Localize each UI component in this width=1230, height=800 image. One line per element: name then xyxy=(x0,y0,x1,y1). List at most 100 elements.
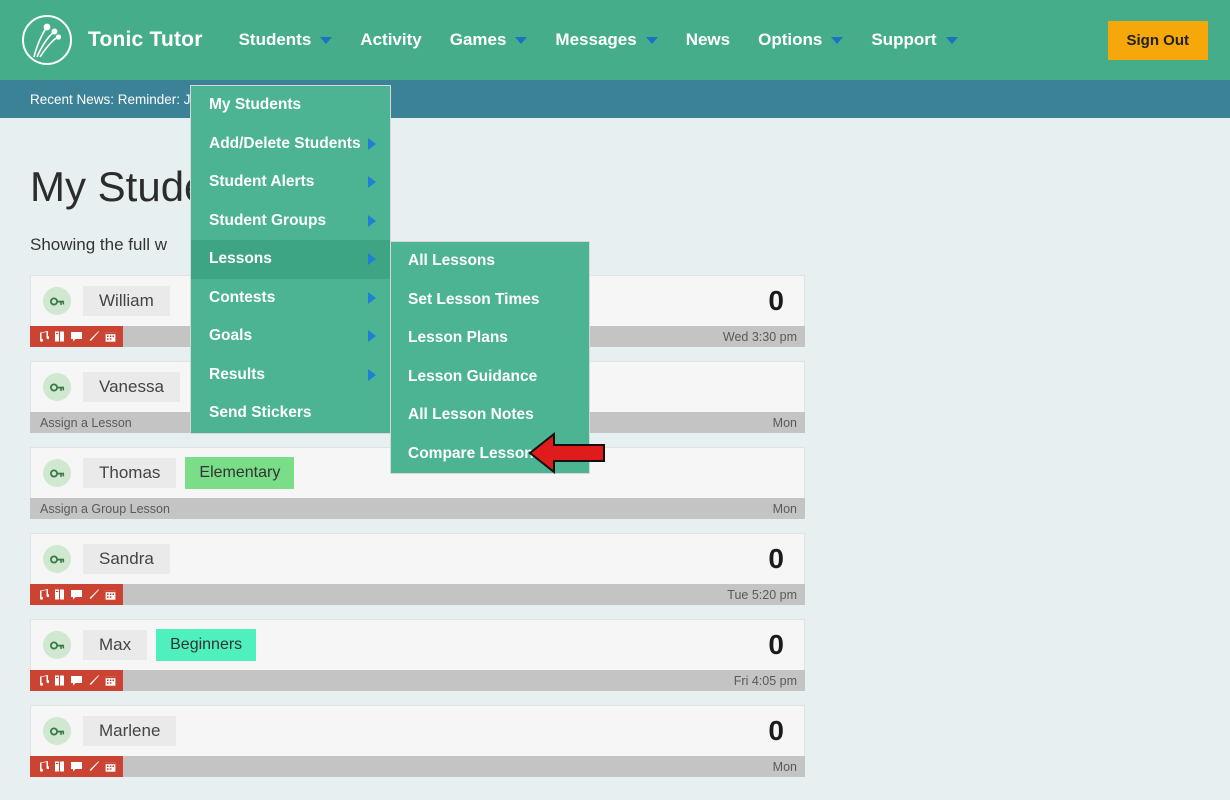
student-action-icons[interactable] xyxy=(30,584,123,605)
sign-out-button[interactable]: Sign Out xyxy=(1108,21,1209,60)
student-score: 0 xyxy=(768,285,792,317)
page-content: My Stude tions Showing the full w Willia… xyxy=(0,118,1230,777)
pencil-icon xyxy=(87,330,100,343)
student-name[interactable]: Max xyxy=(83,630,147,660)
student-score: 0 xyxy=(768,543,792,575)
nav-item-options[interactable]: Options xyxy=(744,0,857,80)
menu-label: Lessons xyxy=(209,250,272,268)
key-icon[interactable] xyxy=(43,631,71,659)
menu-item-contests[interactable]: Contests xyxy=(191,279,390,318)
chevron-right-icon xyxy=(368,253,376,265)
student-card: Max Beginners 0 Fri 4:05 pm xyxy=(30,619,805,691)
student-lesson-time: Tue 5:20 pm xyxy=(727,588,805,602)
nav-label-activity: Activity xyxy=(360,30,421,50)
assign-lesson-link[interactable]: Assign a Lesson xyxy=(30,416,132,430)
pencil-icon xyxy=(87,760,100,773)
menu-label: My Students xyxy=(209,96,301,114)
calendar-icon xyxy=(104,330,117,343)
menu-label: Add/Delete Students xyxy=(209,135,361,153)
nav-label-students: Students xyxy=(239,30,312,50)
student-footer: Mon xyxy=(30,756,805,777)
submenu-item-compare-lessons[interactable]: Compare Lessons xyxy=(391,435,589,474)
tonic-tutor-logo-icon[interactable] xyxy=(22,15,72,65)
student-group-badge[interactable]: Beginners xyxy=(156,629,256,661)
nav-item-support[interactable]: Support xyxy=(857,0,971,80)
student-group-badge[interactable]: Elementary xyxy=(185,457,294,489)
menu-label: Student Groups xyxy=(209,212,326,230)
submenu-item-lesson-plans[interactable]: Lesson Plans xyxy=(391,319,589,358)
assign-group-lesson-link[interactable]: Assign a Group Lesson xyxy=(30,502,170,516)
menu-item-send-stickers[interactable]: Send Stickers xyxy=(191,394,390,433)
menu-item-goals[interactable]: Goals xyxy=(191,317,390,356)
student-action-icons[interactable] xyxy=(30,756,123,777)
pencil-icon xyxy=(87,588,100,601)
submenu-label: All Lesson Notes xyxy=(408,406,534,424)
student-action-icons[interactable] xyxy=(30,326,123,347)
book-icon xyxy=(53,330,66,343)
chevron-right-icon xyxy=(368,138,376,150)
student-action-icons[interactable] xyxy=(30,670,123,691)
submenu-label: All Lessons xyxy=(408,252,495,270)
menu-item-add-delete-students[interactable]: Add/Delete Students xyxy=(191,125,390,164)
nav-item-messages[interactable]: Messages xyxy=(541,0,671,80)
key-icon[interactable] xyxy=(43,373,71,401)
student-name[interactable]: William xyxy=(83,286,170,316)
student-row[interactable]: Sandra 0 xyxy=(30,533,805,584)
student-lesson-time: Mon xyxy=(773,760,805,774)
submenu-label: Set Lesson Times xyxy=(408,291,540,309)
nav-item-students[interactable]: Students xyxy=(225,0,347,80)
key-icon[interactable] xyxy=(43,545,71,573)
submenu-item-all-lessons[interactable]: All Lessons xyxy=(391,242,589,281)
student-name[interactable]: Thomas xyxy=(83,458,176,488)
nav-label-games: Games xyxy=(450,30,507,50)
nav-label-options: Options xyxy=(758,30,822,50)
student-name[interactable]: Sandra xyxy=(83,544,170,574)
nav-item-news[interactable]: News xyxy=(672,0,744,80)
student-footer: Fri 4:05 pm xyxy=(30,670,805,691)
student-row[interactable]: Marlene 0 xyxy=(30,705,805,756)
key-icon[interactable] xyxy=(43,717,71,745)
lessons-submenu: All Lessons Set Lesson Times Lesson Plan… xyxy=(390,241,590,474)
student-row[interactable]: Max Beginners 0 xyxy=(30,619,805,670)
chevron-right-icon xyxy=(368,369,376,381)
students-dropdown-menu: My Students Add/Delete Students Student … xyxy=(190,85,391,434)
student-score: 0 xyxy=(768,629,792,661)
book-icon xyxy=(53,588,66,601)
nav-label-support: Support xyxy=(871,30,936,50)
submenu-label: Compare Lessons xyxy=(408,445,542,463)
nav-label-messages: Messages xyxy=(555,30,636,50)
student-card: Marlene 0 Mon xyxy=(30,705,805,777)
chevron-down-icon xyxy=(515,37,527,44)
top-navbar: Tonic Tutor Students Activity Games Mess… xyxy=(0,0,1230,80)
menu-label: Contests xyxy=(209,289,275,307)
key-icon[interactable] xyxy=(43,287,71,315)
chevron-right-icon xyxy=(368,292,376,304)
book-icon xyxy=(53,760,66,773)
calendar-icon xyxy=(104,588,117,601)
menu-item-results[interactable]: Results xyxy=(191,356,390,395)
menu-item-lessons[interactable]: Lessons xyxy=(191,240,390,279)
book-icon xyxy=(53,674,66,687)
student-name[interactable]: Marlene xyxy=(83,716,176,746)
nav-item-activity[interactable]: Activity xyxy=(346,0,435,80)
recent-news-bar: Recent News: Reminder: J xyxy=(0,80,1230,118)
student-score: 0 xyxy=(768,715,792,747)
brand-name[interactable]: Tonic Tutor xyxy=(88,28,203,52)
page-title: My Stude xyxy=(30,163,207,211)
menu-item-student-alerts[interactable]: Student Alerts xyxy=(191,163,390,202)
key-icon[interactable] xyxy=(43,459,71,487)
submenu-item-set-lesson-times[interactable]: Set Lesson Times xyxy=(391,281,589,320)
chevron-down-icon xyxy=(831,37,843,44)
menu-item-student-groups[interactable]: Student Groups xyxy=(191,202,390,241)
menu-label: Goals xyxy=(209,327,252,345)
menu-item-my-students[interactable]: My Students xyxy=(191,86,390,125)
music-note-icon xyxy=(36,760,49,773)
submenu-item-lesson-guidance[interactable]: Lesson Guidance xyxy=(391,358,589,397)
chevron-down-icon xyxy=(646,37,658,44)
nav-item-games[interactable]: Games xyxy=(436,0,542,80)
speech-bubble-icon xyxy=(70,330,83,343)
student-name[interactable]: Vanessa xyxy=(83,372,180,402)
submenu-item-all-lesson-notes[interactable]: All Lesson Notes xyxy=(391,396,589,435)
music-note-icon xyxy=(36,588,49,601)
submenu-label: Lesson Guidance xyxy=(408,368,537,386)
